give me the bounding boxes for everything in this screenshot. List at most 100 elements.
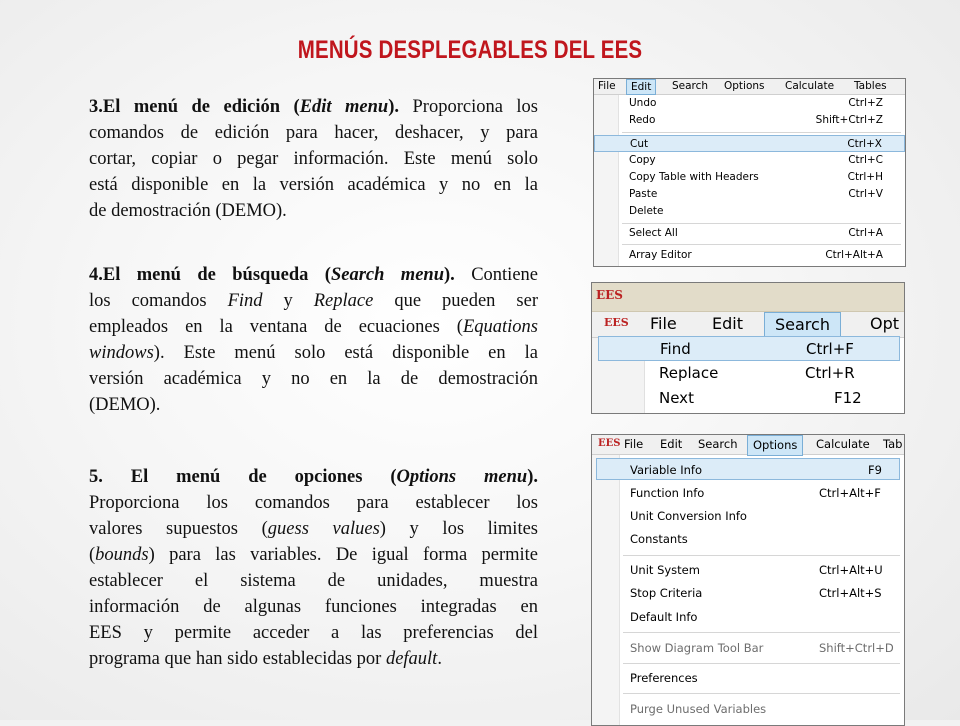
menu-item-find[interactable]: Find Ctrl+F (598, 336, 900, 361)
menu-item-replace[interactable]: Replace Ctrl+R (592, 361, 904, 386)
text-run: (DEMO). (89, 395, 161, 415)
paragraph-line: comandos de edición para hacer, deshacer… (89, 120, 538, 146)
text-run: Contiene (471, 265, 538, 285)
text-run: establecer el sistema de unidades, muest… (89, 571, 538, 591)
menu-separator (622, 223, 901, 224)
menu-item-delete[interactable]: Delete (594, 203, 905, 220)
menu-options[interactable]: Opt (870, 312, 899, 336)
menu-calculate[interactable]: Calculate (816, 435, 870, 454)
paragraph-line: 5. El menú de opciones (Options menu). (89, 464, 538, 490)
paragraph-line: versión académica y no en la de demostra… (89, 366, 538, 392)
menu-item-variable-info[interactable]: Variable Info F9 (596, 458, 900, 480)
text-run: de demostración (DEMO). (89, 201, 287, 221)
menu-edit[interactable]: Edit (626, 79, 657, 95)
paragraph-line: establecer el sistema de unidades, muest… (89, 568, 538, 594)
menu-item-array-editor[interactable]: Array Editor Ctrl+Alt+A (594, 247, 905, 264)
text-run: empleados en la ventana de ecuaciones ( (89, 317, 463, 337)
menu-item-purge-unused-variables[interactable]: Purge Unused Variables (592, 698, 904, 720)
menu-separator (622, 244, 901, 245)
text-run: 3.El menú de edición ( (89, 97, 300, 117)
text-run: ). (388, 97, 413, 117)
paragraph-line: información de algunas funciones integra… (89, 594, 538, 620)
text-run: . (437, 649, 442, 669)
ees-logo-icon: EES (604, 316, 629, 329)
text-run: ) y los limites (379, 519, 538, 539)
text-run: está disponible en la versión académica … (89, 175, 538, 195)
text-run: default (385, 649, 438, 669)
menu-item-copy-table[interactable]: Copy Table with Headers Ctrl+H (594, 169, 905, 186)
paragraph-line: (DEMO). (89, 392, 538, 418)
text-run: los comandos (89, 291, 228, 311)
menu-item-constants[interactable]: Constants (592, 528, 904, 550)
menu-item-unit-system[interactable]: Unit System Ctrl+Alt+U (592, 559, 904, 581)
text-run: Edit menu (299, 97, 389, 117)
paragraph-line: (bounds) para las variables. De igual fo… (89, 542, 538, 568)
menu-calculate[interactable]: Calculate (785, 79, 834, 93)
menu-item-copy[interactable]: Copy Ctrl+C (594, 152, 905, 169)
menu-options[interactable]: Options (747, 435, 804, 456)
paragraph-options-menu: 5. El menú de opciones (Options menu). Pr… (89, 464, 538, 672)
text-run: versión académica y no en la de demostra… (89, 369, 538, 389)
menu-item-cut[interactable]: Cut Ctrl+X (594, 135, 905, 152)
menu-item-undo[interactable]: Undo Ctrl+Z (594, 95, 905, 112)
text-run: programa que han sido establecidas por (89, 649, 386, 669)
paragraph-line: empleados en la ventana de ecuaciones (E… (89, 314, 538, 340)
menu-tables[interactable]: Tables (854, 79, 887, 93)
paragraph-line: está disponible en la versión académica … (89, 172, 538, 198)
menu-search[interactable]: Search (672, 79, 708, 93)
menu-item-stop-criteria[interactable]: Stop Criteria Ctrl+Alt+S (592, 582, 904, 604)
menu-item-preferences[interactable]: Preferences (592, 667, 904, 689)
menu-file[interactable]: File (650, 312, 677, 336)
menu-search[interactable]: Search (764, 312, 841, 338)
paragraph-line: 4.El menú de búsqueda (Search menu). Con… (89, 262, 538, 288)
menu-edit[interactable]: Edit (660, 435, 682, 454)
menu-edit[interactable]: Edit (712, 312, 743, 336)
text-run: información de algunas funciones integra… (89, 597, 538, 617)
paragraph-line: Proporciona los comandos para establecer… (89, 490, 538, 516)
menu-item-unit-conversion-info[interactable]: Unit Conversion Info (592, 505, 904, 527)
menu-search[interactable]: Search (698, 435, 738, 454)
text-run: que pueden ser (373, 291, 538, 311)
menu-file[interactable]: File (624, 435, 643, 454)
text-run: EES y permite acceder a las preferencias… (89, 623, 538, 643)
menu-separator (623, 693, 900, 694)
menu-item-default-info[interactable]: Default Info (592, 606, 904, 628)
paragraph-line: EES y permite acceder a las preferencias… (89, 620, 538, 646)
menu-item-show-diagram-tool-bar[interactable]: Show Diagram Tool Bar Shift+Ctrl+D (592, 637, 904, 659)
paragraph-line: de demostración (DEMO). (89, 198, 538, 224)
text-run: bounds (95, 545, 149, 565)
menu-item-redo[interactable]: Redo Shift+Ctrl+Z (594, 112, 905, 129)
options-menu-screenshot: EES File Edit Search Options Calculate T… (591, 434, 905, 726)
paragraph-line: 3.El menú de edición (Edit menu). Propor… (89, 94, 538, 120)
ees-logo-icon: EES (598, 438, 621, 449)
paragraph-search-menu: 4.El menú de búsqueda (Search menu). Con… (89, 262, 538, 418)
menu-item-paste[interactable]: Paste Ctrl+V (594, 186, 905, 203)
menu-separator (623, 555, 900, 556)
text-run: 4.El menú de búsqueda ( (89, 265, 331, 285)
menu-tables[interactable]: Tab (883, 435, 902, 454)
text-run: ). Este menú solo está disponible en la (153, 343, 538, 363)
text-run: ). (444, 265, 472, 285)
paragraph-line: windows). Este menú solo está disponible… (89, 340, 538, 366)
text-run: windows (89, 343, 154, 363)
text-run: Proporciona los comandos para establecer… (89, 493, 538, 513)
text-run: cortar, copiar o pegar información. Este… (89, 149, 538, 169)
menu-file[interactable]: File (598, 79, 616, 93)
ees-logo-icon: EES (596, 288, 623, 302)
menu-options[interactable]: Options (724, 79, 765, 93)
text-run: Options menu (396, 467, 528, 487)
text-run: ) para las variables. De igual forma per… (148, 545, 538, 565)
edit-menu-screenshot: File Edit Search Options Calculate Table… (593, 78, 906, 267)
text-run: ). (527, 467, 538, 487)
paragraph-line: programa que han sido establecidas por d… (89, 646, 538, 672)
menu-separator (623, 663, 900, 664)
menu-item-select-all[interactable]: Select All Ctrl+A (594, 225, 905, 242)
menu-separator (623, 632, 900, 633)
paragraph-line: valores supuestos (guess values) y los l… (89, 516, 538, 542)
slide-title: MENÚS DESPLEGABLES DEL EES (297, 36, 643, 64)
text-run: comandos de edición para hacer, deshacer… (89, 123, 538, 143)
menu-item-function-info[interactable]: Function Info Ctrl+Alt+F (592, 482, 904, 504)
menu-item-next[interactable]: Next F12 (592, 386, 904, 411)
text-run: Search menu (330, 265, 444, 285)
text-run: valores supuestos ( (89, 519, 268, 539)
